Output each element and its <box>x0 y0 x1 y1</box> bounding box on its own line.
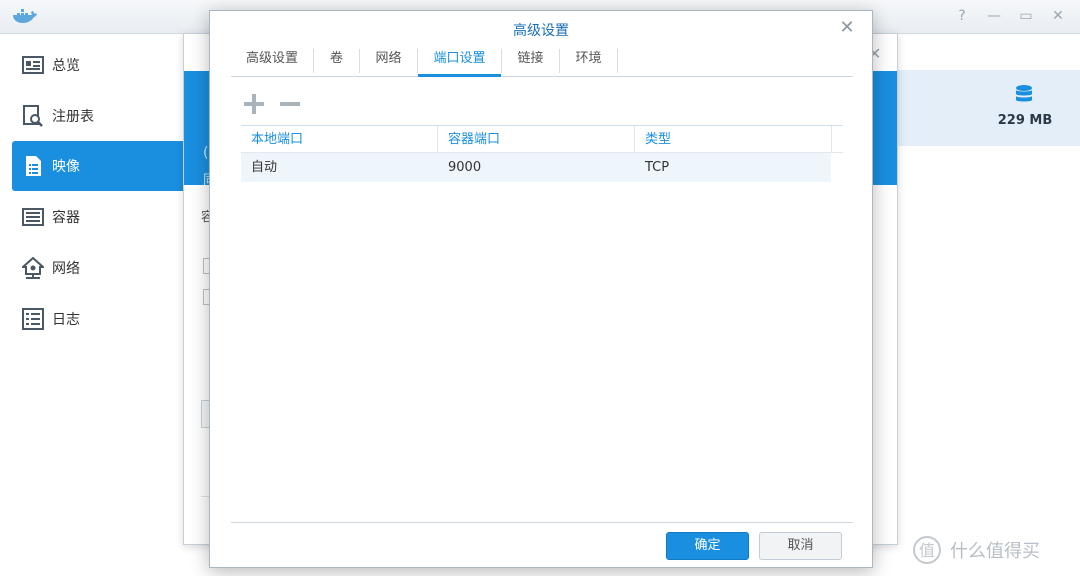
sidebar-item-log[interactable]: 日志 <box>12 294 198 344</box>
overview-icon <box>22 56 44 74</box>
sidebar-item-label: 注册表 <box>52 109 94 125</box>
remove-icon[interactable] <box>279 93 301 115</box>
tab-advanced[interactable]: 高级设置 <box>231 45 313 76</box>
ok-button[interactable]: 确定 <box>666 532 749 560</box>
table-cell-type: TCP <box>645 160 670 175</box>
sidebar-item-label: 容器 <box>52 210 80 226</box>
tab-volume[interactable]: 卷 <box>314 45 359 76</box>
maximize-icon[interactable]: ▭ <box>1018 8 1034 24</box>
sidebar: 总览 注册表 映像 容器 网络 日志 <box>0 34 200 576</box>
sidebar-item-image[interactable]: 映像 <box>12 141 198 191</box>
watermark-logo-icon: 值 <box>913 536 941 564</box>
footer-divider <box>231 522 853 523</box>
table-header: 本地端口 容器端口 类型 <box>241 125 843 153</box>
container-icon <box>22 208 44 226</box>
column-separator <box>831 126 832 153</box>
image-info-band <box>896 70 1080 146</box>
add-icon[interactable] <box>243 93 265 115</box>
image-icon <box>26 156 41 176</box>
window-controls: ? — ▭ ✕ <box>954 8 1066 24</box>
sidebar-item-label: 总览 <box>52 58 80 74</box>
table-cell-container-port: 9000 <box>448 160 482 175</box>
wizard-title: ( <box>203 145 209 161</box>
tab-separator <box>617 49 618 73</box>
sidebar-item-label: 映像 <box>52 159 80 175</box>
sidebar-item-network[interactable]: 网络 <box>12 243 198 293</box>
tab-links[interactable]: 链接 <box>502 45 559 76</box>
tab-network[interactable]: 网络 <box>360 45 417 76</box>
log-icon <box>22 308 44 330</box>
network-icon <box>22 257 44 279</box>
sidebar-item-overview[interactable]: 总览 <box>12 40 198 90</box>
image-size-text: 229 MB <box>997 113 1053 128</box>
sidebar-item-label: 网络 <box>52 261 80 277</box>
svg-text:值: 值 <box>919 541 935 560</box>
database-icon <box>1016 85 1032 102</box>
help-icon[interactable]: ? <box>954 8 970 24</box>
watermark-text: 什么值得买 <box>950 541 1040 562</box>
advanced-settings-dialog: 高级设置 ✕ 高级设置 卷 网络 端口设置 链接 环境 本地端口 容器端口 类型… <box>209 10 873 568</box>
cancel-button[interactable]: 取消 <box>759 532 842 560</box>
port-table: 本地端口 容器端口 类型 自动 9000 TCP <box>241 125 843 182</box>
table-row[interactable]: 自动 9000 TCP <box>241 153 831 182</box>
column-header-container-port[interactable]: 容器端口 <box>438 126 634 153</box>
watermark: 值 什么值得买 <box>912 535 1040 565</box>
sidebar-item-registry[interactable]: 注册表 <box>12 91 198 141</box>
close-icon[interactable]: ✕ <box>1050 8 1066 24</box>
column-header-type[interactable]: 类型 <box>635 126 831 153</box>
tab-bar: 高级设置 卷 网络 端口设置 链接 环境 <box>231 45 853 77</box>
sidebar-item-container[interactable]: 容器 <box>12 192 198 242</box>
table-cell-local-port: 自动 <box>251 160 278 175</box>
sidebar-item-label: 日志 <box>52 312 80 328</box>
dialog-title: 高级设置 <box>513 23 569 39</box>
tab-port-settings[interactable]: 端口设置 <box>418 45 501 77</box>
docker-logo-icon <box>13 9 37 23</box>
minimize-icon[interactable]: — <box>986 8 1002 24</box>
column-header-local-port[interactable]: 本地端口 <box>241 126 437 153</box>
registry-icon <box>23 105 43 127</box>
tab-environment[interactable]: 环境 <box>560 45 617 76</box>
close-icon[interactable]: ✕ <box>838 19 856 37</box>
